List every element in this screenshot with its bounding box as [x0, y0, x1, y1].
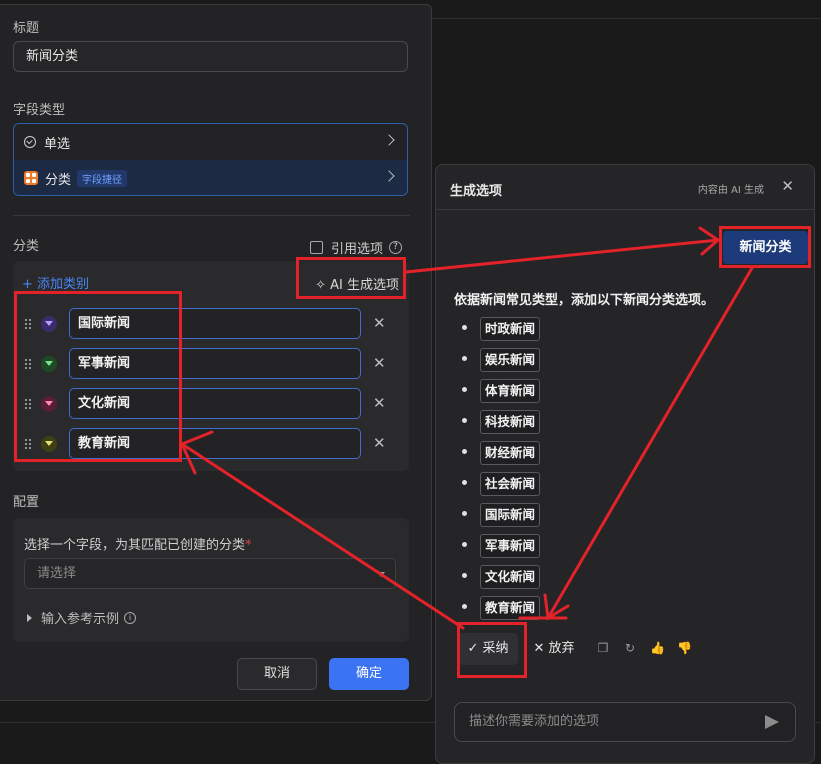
- ai-disclaimer: 内容由 AI 生成: [697, 185, 764, 196]
- annotation-box-user-message: [719, 226, 811, 268]
- header-divider: [436, 209, 814, 210]
- chevron-down-icon: [377, 572, 385, 577]
- list-bullet: [462, 387, 467, 392]
- list-bullet: [462, 573, 467, 578]
- list-bullet: [462, 480, 467, 485]
- list-item: 财经新闻: [480, 441, 541, 465]
- close-icon[interactable]: ✕: [373, 434, 386, 452]
- annotation-box-ai-generate: [296, 257, 406, 299]
- prompt-placeholder: 描述你需要添加的选项: [469, 714, 600, 729]
- config-label: 配置: [13, 495, 40, 510]
- close-icon[interactable]: ✕: [373, 314, 386, 332]
- category-icon: [24, 171, 38, 185]
- help-icon: ?: [389, 241, 403, 254]
- list-bullet: [462, 449, 467, 454]
- type-option-single[interactable]: 单选: [14, 124, 407, 160]
- list-item: 体育新闻: [480, 379, 541, 403]
- list-bullet: [462, 511, 467, 516]
- list-item: 教育新闻: [480, 596, 541, 620]
- list-bullet: [462, 604, 467, 609]
- title-input[interactable]: 新闻分类: [13, 41, 408, 72]
- add-category-button[interactable]: + 添加类别: [22, 273, 89, 292]
- list-item: 社会新闻: [480, 472, 541, 496]
- thumbs-down-icon[interactable]: 👎: [677, 641, 692, 655]
- category-label: 分类: [13, 239, 40, 254]
- list-item: 军事新闻: [480, 534, 541, 558]
- cite-options[interactable]: 引用选项 ?: [310, 238, 403, 257]
- list-bullet: [462, 356, 467, 361]
- list-item: 娱乐新闻: [480, 348, 541, 372]
- send-icon[interactable]: [765, 715, 779, 729]
- background-divider: [432, 18, 821, 19]
- list-item: 时政新闻: [480, 317, 541, 341]
- caret-right-icon: [27, 613, 32, 622]
- info-icon: i: [124, 611, 137, 624]
- section-divider: [13, 215, 410, 216]
- ref-example-toggle[interactable]: 输入参考示例 i: [27, 608, 137, 627]
- list-bullet: [462, 325, 467, 330]
- close-icon[interactable]: ✕: [373, 354, 386, 372]
- type-option-label: 分类: [45, 172, 72, 188]
- chevron-right-icon: [383, 134, 395, 146]
- list-item: 文化新闻: [480, 565, 541, 589]
- field-type-selector: 单选 分类 字段捷径: [13, 123, 408, 196]
- close-icon[interactable]: ✕: [781, 177, 794, 195]
- type-option-label: 单选: [44, 136, 71, 152]
- chevron-right-icon: [383, 170, 395, 182]
- list-item: 国际新闻: [480, 503, 541, 527]
- annotation-box-options: [14, 291, 182, 462]
- shortcut-badge: 字段捷径: [77, 169, 128, 187]
- prompt-input[interactable]: 描述你需要添加的选项: [454, 702, 796, 742]
- discard-button[interactable]: ✕ 放弃: [528, 633, 580, 665]
- ai-response-text: 依据新闻常见类型，添加以下新闻分类选项。: [454, 293, 715, 308]
- title-label: 标题: [13, 21, 40, 36]
- panel-title: 生成选项: [450, 184, 503, 199]
- list-bullet: [462, 418, 467, 423]
- annotation-box-adopt: [457, 622, 527, 678]
- copy-icon[interactable]: ❐: [596, 641, 610, 655]
- close-icon[interactable]: ✕: [373, 394, 386, 412]
- refresh-icon[interactable]: ↻: [623, 641, 637, 655]
- confirm-button[interactable]: 确定: [329, 658, 409, 690]
- ref-example-label: 输入参考示例: [41, 612, 120, 627]
- cite-label: 引用选项: [331, 242, 384, 257]
- thumbs-up-icon[interactable]: 👍: [650, 641, 665, 655]
- field-select[interactable]: 请选择: [24, 558, 396, 589]
- list-bullet: [462, 542, 467, 547]
- cite-checkbox[interactable]: [310, 241, 323, 254]
- field-type-label: 字段类型: [13, 103, 66, 118]
- config-field-label: 选择一个字段，为其匹配已创建的分类*: [24, 538, 252, 553]
- type-option-category[interactable]: 分类 字段捷径: [14, 160, 407, 195]
- select-placeholder: 请选择: [37, 566, 77, 581]
- config-section: 选择一个字段，为其匹配已创建的分类* 请选择 输入参考示例 i: [13, 518, 409, 642]
- cancel-button[interactable]: 取消: [237, 658, 317, 690]
- check-circle-icon: [24, 136, 36, 148]
- list-item: 科技新闻: [480, 410, 541, 434]
